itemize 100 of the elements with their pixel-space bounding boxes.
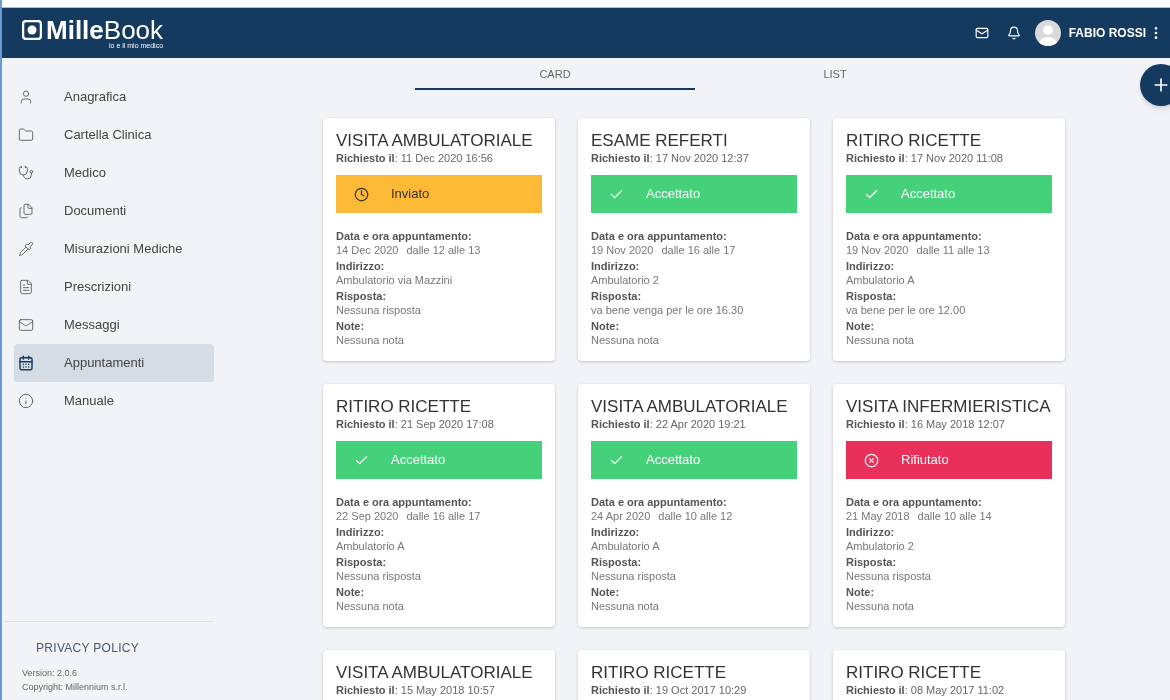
appointment-card[interactable]: VISITA INFERMIERISTICA Richiesto il: 16 May 2018 12:07 Rifiutato Data e ora appuntamento: 21 May 2018 dalle 10 alle 14 Indirizzo: Ambulatorio 2 Risposta: Nessuna risposta Note: Nessuna nota — [833, 384, 1065, 627]
field-label: Note: — [336, 319, 366, 333]
appointment-card[interactable]: RITIRO RICETTE Richiesto il: 08 May 2017 11:02 — [833, 650, 1065, 700]
field-label: Indirizzo: — [336, 525, 386, 539]
field-value: Nessuna nota — [846, 599, 914, 613]
privacy-policy-link[interactable]: PRIVACY POLICY — [36, 639, 214, 657]
user-icon — [18, 89, 34, 105]
mail-icon[interactable] — [974, 26, 989, 40]
sidebar-item[interactable]: Messaggi — [14, 306, 214, 344]
request-date: Richiesto il: 19 Oct 2017 10:29 — [591, 683, 748, 697]
field-value: Nessuna nota — [336, 599, 404, 613]
documents-icon — [18, 203, 34, 219]
user-name[interactable]: FABIO ROSSI — [1068, 24, 1146, 42]
avatar[interactable] — [1034, 20, 1061, 46]
field-label: Risposta: — [336, 289, 388, 303]
appointment-card[interactable]: RITIRO RICETTE Richiesto il: 17 Nov 2020 11:08 Accettato Data e ora appuntamento: 19 Nov 2020 dalle 11 alle 13 Indirizzo: Ambulatorio A Risposta: va bene per le ore 12.00 Note: Nessuna nota — [833, 118, 1065, 361]
field-label: Note: — [591, 319, 621, 333]
field-value: va bene per le ore 12.00 — [846, 303, 966, 317]
folder-icon — [18, 127, 34, 143]
time-range: dalle 16 alle 17 — [661, 243, 736, 257]
request-date: Richiesto il: 11 Dec 2020 16:56 — [336, 151, 494, 165]
request-date: Richiesto il: 17 Nov 2020 11:08 — [846, 151, 1004, 165]
card-title: VISITA INFERMIERISTICA — [846, 397, 1052, 417]
field-label: Indirizzo: — [846, 259, 896, 273]
request-date: Richiesto il: 16 May 2018 12:07 — [846, 417, 1006, 431]
time-range: dalle 12 alle 13 — [406, 243, 481, 257]
view-tab[interactable]: LIST — [695, 60, 975, 90]
status-label: Accettato — [391, 451, 446, 470]
field-value: 22 Sep 2020 — [336, 509, 399, 523]
card-title: VISITA AMBULATORIALE — [591, 397, 789, 417]
time-range: dalle 11 alle 13 — [916, 243, 990, 257]
request-date: Richiesto il: 17 Nov 2020 12:37 — [591, 151, 750, 165]
field-value: Ambulatorio 2 — [846, 539, 914, 553]
field-value: Nessuna risposta — [591, 569, 676, 583]
field-value: Nessuna nota — [591, 599, 659, 613]
field-label: Risposta: — [846, 555, 898, 569]
request-date: Richiesto il: 22 Apr 2020 19:21 — [591, 417, 747, 431]
sidebar-item[interactable]: Anagrafica — [14, 78, 214, 116]
card-title: VISITA AMBULATORIALE — [336, 131, 534, 151]
field-label: Risposta: — [336, 555, 388, 569]
appointment-card[interactable]: RITIRO RICETTE Richiesto il: 19 Oct 2017 10:29 — [578, 650, 810, 700]
sidebar-item[interactable]: Misurazioni Mediche — [14, 230, 214, 268]
status-label: Accettato — [646, 451, 701, 470]
time-range: dalle 10 alle 12 — [658, 509, 733, 523]
sidebar-item[interactable]: Cartella Clinica — [14, 116, 214, 154]
card-title: RITIRO RICETTE — [846, 663, 983, 683]
field-label: Risposta: — [846, 289, 898, 303]
sidebar-item[interactable]: Manuale — [14, 382, 214, 420]
field-value: Ambulatorio A — [336, 539, 405, 553]
field-label: Data e ora appuntamento: — [846, 229, 983, 243]
field-label: Note: — [591, 585, 621, 599]
add-button[interactable] — [1140, 64, 1170, 106]
document-icon — [18, 279, 34, 295]
appointment-card[interactable]: ESAME REFERTI Richiesto il: 17 Nov 2020 12:37 Accettato Data e ora appuntamento: 19 Nov 2020 dalle 16 alle 17 Indirizzo: Ambulatorio 2 Risposta: va bene venga per le ore 16.30 Note: Nessuna nota — [578, 118, 810, 361]
field-label: Data e ora appuntamento: — [846, 495, 983, 509]
appointment-card[interactable]: VISITA AMBULATORIALE Richiesto il: 11 Dec 2020 16:56 Inviato Data e ora appuntamento: 14 Dec 2020 dalle 12 alle 13 Indirizzo: Ambulatorio via Mazzini Risposta: Nessuna risposta Note: Nessuna nota — [323, 118, 555, 361]
card-title: RITIRO RICETTE — [336, 397, 473, 417]
appointment-card[interactable]: RITIRO RICETTE Richiesto il: 21 Sep 2020 17:08 Accettato Data e ora appuntamento: 22 Sep 2020 dalle 16 alle 17 Indirizzo: Ambulatorio A Risposta: Nessuna risposta Note: Nessuna nota — [323, 384, 555, 627]
field-label: Data e ora appuntamento: — [336, 229, 473, 243]
card-title: RITIRO RICETTE — [846, 131, 983, 151]
field-label: Data e ora appuntamento: — [336, 495, 473, 509]
version-text: Version: 2.0.6 — [22, 667, 79, 680]
bell-icon[interactable] — [1006, 26, 1021, 40]
sidebar-item[interactable]: Documenti — [14, 192, 214, 230]
request-date: Richiesto il: 15 May 2018 10:57 — [336, 683, 496, 697]
field-label: Data e ora appuntamento: — [591, 495, 728, 509]
field-value: 24 Apr 2020 — [591, 509, 651, 523]
request-date: Richiesto il: 08 May 2017 11:02 — [846, 683, 1006, 697]
field-value: Ambulatorio via Mazzini — [336, 273, 453, 287]
card-title: VISITA AMBULATORIALE — [336, 663, 534, 683]
sidebar-item[interactable]: Medico — [14, 154, 214, 192]
field-value: 19 Nov 2020 — [846, 243, 909, 257]
info-icon — [18, 393, 34, 409]
status-label: Inviato — [391, 185, 430, 204]
clock-icon — [354, 186, 369, 202]
field-label: Note: — [846, 585, 876, 599]
sidebar-item[interactable]: Prescrizioni — [14, 268, 214, 306]
field-label: Data e ora appuntamento: — [591, 229, 728, 243]
field-value: Nessuna risposta — [846, 569, 931, 583]
sidebar-item[interactable]: Appuntamenti — [14, 344, 214, 382]
envelope-icon — [18, 317, 34, 333]
field-label: Indirizzo: — [591, 259, 641, 273]
field-value: va bene venga per le ore 16.30 — [591, 303, 744, 317]
field-label: Risposta: — [591, 555, 643, 569]
field-value: Nessuna nota — [336, 333, 404, 347]
view-tab[interactable]: CARD — [415, 60, 695, 90]
time-range: dalle 16 alle 17 — [406, 509, 481, 523]
appointment-card[interactable]: VISITA AMBULATORIALE Richiesto il: 22 Apr 2020 19:21 Accettato Data e ora appuntamento: 24 Apr 2020 dalle 10 alle 12 Indirizzo: Ambulatorio A Risposta: Nessuna risposta Note: Nessuna nota — [578, 384, 810, 627]
calendar-icon — [18, 355, 34, 371]
status-label: Rifiutato — [901, 451, 949, 470]
field-label: Indirizzo: — [591, 525, 641, 539]
field-label: Risposta: — [591, 289, 643, 303]
appointment-card[interactable]: VISITA AMBULATORIALE Richiesto il: 15 May 2018 10:57 — [323, 650, 555, 700]
status-label: Accettato — [646, 185, 701, 204]
field-value: Nessuna nota — [846, 333, 914, 347]
request-date: Richiesto il: 21 Sep 2020 17:08 — [336, 417, 495, 431]
card-title: RITIRO RICETTE — [591, 663, 728, 683]
time-range: dalle 10 alle 14 — [917, 509, 992, 523]
field-value: 19 Nov 2020 — [591, 243, 654, 257]
stethoscope-icon — [18, 165, 34, 181]
